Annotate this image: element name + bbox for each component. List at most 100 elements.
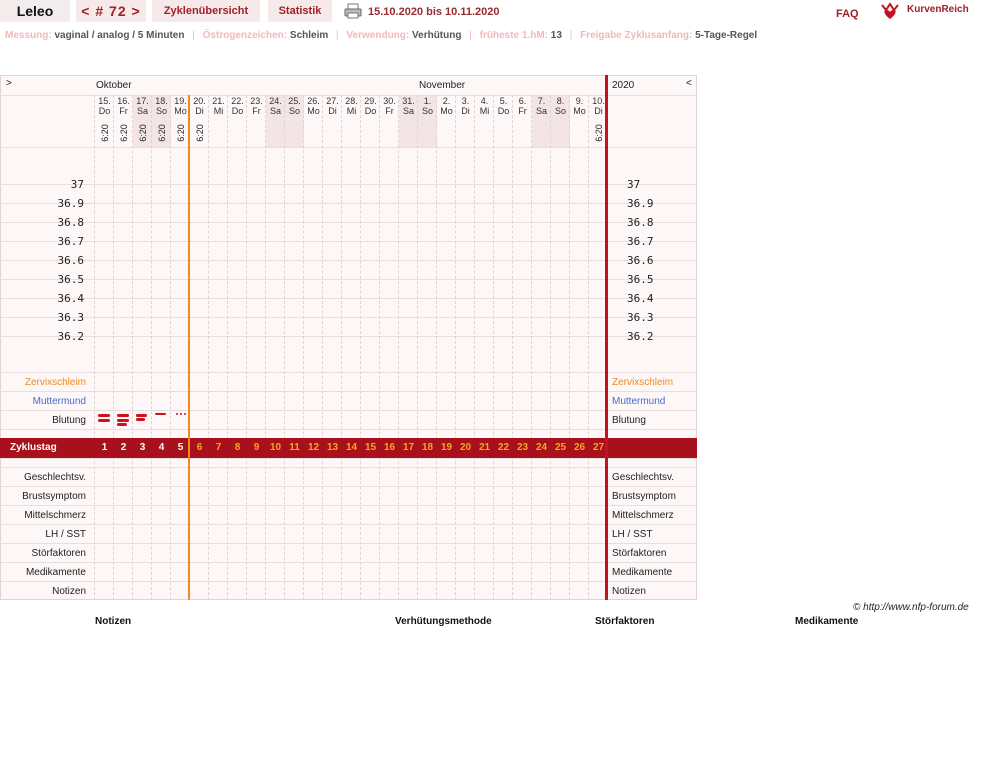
symptom-row-label-right[interactable]: Medikamente [612, 567, 672, 578]
day-number[interactable]: 25. [285, 96, 304, 106]
cycle-day-number[interactable]: 11 [285, 442, 304, 453]
symptom-row-label[interactable]: LH / SST [0, 529, 86, 540]
cycle-day-number[interactable]: 6 [190, 442, 209, 453]
day-number[interactable]: 29. [361, 96, 380, 106]
crown-heart-icon[interactable] [880, 2, 900, 20]
cycle-day-number[interactable]: 19 [437, 442, 456, 453]
day-number[interactable]: 15. [95, 96, 114, 106]
day-number[interactable]: 26. [304, 96, 323, 106]
row-label-cervical-mucus[interactable]: Zervixschleim [0, 377, 86, 388]
day-weekday: So [155, 106, 167, 116]
cycle-day-number[interactable]: 3 [133, 442, 152, 453]
bleeding-mark[interactable] [176, 413, 178, 415]
bleeding-mark[interactable] [180, 413, 182, 415]
bleeding-mark[interactable] [184, 413, 186, 415]
print-icon[interactable] [344, 3, 362, 19]
day-number[interactable]: 5. [494, 96, 513, 106]
day-number[interactable]: 24. [266, 96, 285, 106]
symptom-row-label-right[interactable]: Notizen [612, 586, 646, 597]
symptom-row-label[interactable]: Brustsymptom [0, 491, 86, 502]
cycle-day-number[interactable]: 16 [380, 442, 399, 453]
earliest-hm-value: 13 [550, 30, 562, 41]
bleeding-mark[interactable] [155, 413, 166, 415]
symptom-row-label-right[interactable]: LH / SST [612, 529, 653, 540]
day-number[interactable]: 8. [551, 96, 570, 106]
bleeding-mark[interactable] [136, 414, 147, 417]
row-label-cervix[interactable]: Muttermund [0, 396, 86, 407]
day-number[interactable]: 21. [209, 96, 228, 106]
cycle-day-number[interactable]: 9 [247, 442, 266, 453]
cycle-day-number[interactable]: 24 [532, 442, 551, 453]
cycle-day-number[interactable]: 18 [418, 442, 437, 453]
bleeding-mark[interactable] [136, 418, 145, 421]
user-name-tab[interactable]: Leleo [0, 0, 70, 22]
cycle-day-number[interactable]: 12 [304, 442, 323, 453]
day-number[interactable]: 27. [323, 96, 342, 106]
symptom-row-label-right[interactable]: Brustsymptom [612, 491, 676, 502]
cycle-day-number[interactable]: 8 [228, 442, 247, 453]
scroll-left-button[interactable]: > [6, 78, 12, 89]
day-number[interactable]: 2. [437, 96, 456, 106]
day-number[interactable]: 30. [380, 96, 399, 106]
cycle-day-number[interactable]: 22 [494, 442, 513, 453]
day-number[interactable]: 16. [114, 96, 133, 106]
day-number[interactable]: 3. [456, 96, 475, 106]
cycle-day-number[interactable]: 2 [114, 442, 133, 453]
symptom-row-label[interactable]: Medikamente [0, 567, 86, 578]
symptom-row-label[interactable]: Mittelschmerz [0, 510, 86, 521]
day-number[interactable]: 31. [399, 96, 418, 106]
symptom-row-label-right[interactable]: Geschlechtsv. [612, 472, 674, 483]
symptom-row-label[interactable]: Notizen [0, 586, 86, 597]
day-column-line [94, 95, 95, 600]
cycle-day-number[interactable]: 26 [570, 442, 589, 453]
cycle-day-number[interactable]: 23 [513, 442, 532, 453]
bleeding-mark[interactable] [117, 423, 127, 426]
credit-link[interactable]: © http://www.nfp-forum.de [853, 602, 969, 613]
day-number[interactable]: 4. [475, 96, 494, 106]
cycle-day-number[interactable]: 13 [323, 442, 342, 453]
tab-statistics[interactable]: Statistik [268, 0, 332, 22]
grid-line [0, 429, 697, 430]
day-number[interactable]: 6. [513, 96, 532, 106]
cycle-navigation[interactable]: < # 72 > [76, 0, 146, 22]
day-number[interactable]: 18. [152, 96, 171, 106]
bleeding-mark[interactable] [117, 419, 129, 422]
cycle-day-number[interactable]: 20 [456, 442, 475, 453]
bleeding-mark[interactable] [98, 419, 110, 422]
cycle-day-number[interactable]: 15 [361, 442, 380, 453]
cycle-day-number[interactable]: 7 [209, 442, 228, 453]
day-number[interactable]: 9. [570, 96, 589, 106]
day-number[interactable]: 28. [342, 96, 361, 106]
cycle-day-number[interactable]: 14 [342, 442, 361, 453]
symptom-row-label[interactable]: Störfaktoren [0, 548, 86, 559]
cycle-day-number[interactable]: 25 [551, 442, 570, 453]
day-number[interactable]: 22. [228, 96, 247, 106]
cycle-day-number[interactable]: 21 [475, 442, 494, 453]
day-number[interactable]: 17. [133, 96, 152, 106]
tab-cycle-overview[interactable]: Zyklenübersicht [152, 0, 260, 22]
measurement-time: 6:20 [157, 124, 167, 142]
row-label-bleeding-right[interactable]: Blutung [612, 415, 646, 426]
symptom-row-label-right[interactable]: Störfaktoren [612, 548, 666, 559]
scroll-right-button[interactable]: < [686, 78, 692, 89]
symptom-row-label[interactable]: Geschlechtsv. [0, 472, 86, 483]
day-column-line [322, 95, 323, 600]
bleeding-mark[interactable] [117, 414, 129, 417]
cycle-day-number[interactable]: 1 [95, 442, 114, 453]
temperature-label: 36.5 [57, 273, 85, 286]
cycle-day-number[interactable]: 10 [266, 442, 285, 453]
symptom-row-label-right[interactable]: Mittelschmerz [612, 510, 674, 521]
cycle-day-number[interactable]: 17 [399, 442, 418, 453]
kurvenreich-logo[interactable]: KurvenReich [907, 4, 969, 15]
row-label-bleeding[interactable]: Blutung [0, 415, 86, 426]
day-number[interactable]: 23. [247, 96, 266, 106]
bleeding-mark[interactable] [98, 414, 110, 417]
day-number[interactable]: 7. [532, 96, 551, 106]
day-column-line [284, 95, 285, 600]
row-label-cervix-right[interactable]: Muttermund [612, 396, 665, 407]
faq-link[interactable]: FAQ [836, 8, 859, 20]
day-number[interactable]: 20. [190, 96, 209, 106]
row-label-cervical-mucus-right[interactable]: Zervixschleim [612, 377, 673, 388]
day-number[interactable]: 1. [418, 96, 437, 106]
cycle-day-number[interactable]: 4 [152, 442, 171, 453]
